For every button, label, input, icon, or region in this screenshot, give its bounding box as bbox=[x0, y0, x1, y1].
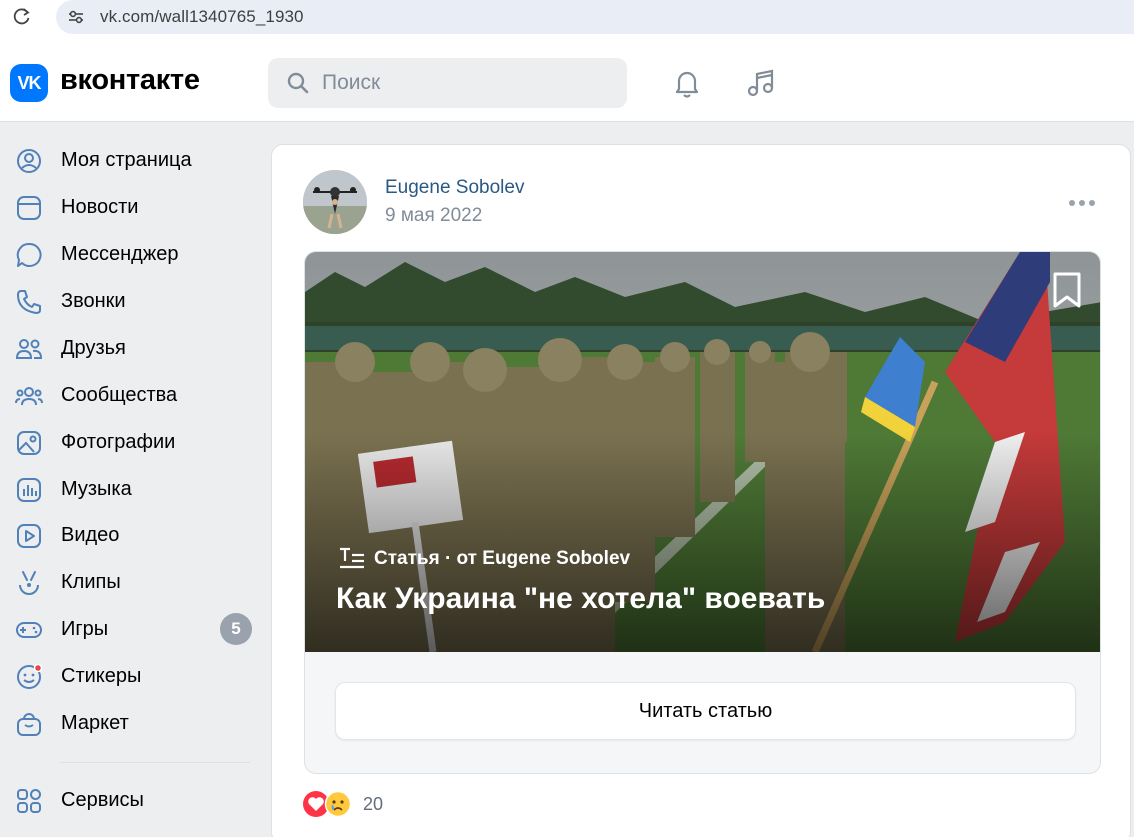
communities-icon bbox=[15, 387, 43, 406]
sidebar-item-communities[interactable]: Сообщества bbox=[0, 373, 268, 417]
sidebar-item-stickers[interactable]: Стикеры bbox=[0, 654, 268, 698]
sidebar-item-music[interactable]: Музыка bbox=[0, 467, 268, 511]
music-note-icon[interactable] bbox=[744, 66, 778, 100]
article-meta: Статья · от Eugene Sobolev bbox=[374, 548, 631, 569]
sidebar-item-label: Звонки bbox=[61, 290, 126, 312]
music-icon bbox=[17, 478, 41, 502]
url-text[interactable]: vk.com/wall1340765_1930 bbox=[100, 7, 304, 27]
article-title[interactable]: Как Украина "не хотела" воевать bbox=[336, 582, 825, 616]
site-settings-icon[interactable] bbox=[66, 7, 86, 27]
games-count-badge: 5 bbox=[220, 613, 252, 645]
vk-header: VK вконтакте bbox=[0, 44, 1134, 122]
sidebar-item-services[interactable]: Сервисы bbox=[0, 778, 268, 822]
wall-post: Eugene Sobolev 9 мая 2022 Статья · от Eu… bbox=[271, 144, 1131, 837]
author-avatar[interactable] bbox=[303, 170, 367, 234]
sidebar-item-friends[interactable]: Друзья bbox=[0, 326, 268, 370]
vk-logo-icon[interactable]: VK bbox=[10, 64, 48, 102]
address-bar[interactable]: vk.com/wall1340765_1930 bbox=[56, 0, 1134, 34]
vk-logo-text: VK bbox=[17, 73, 41, 93]
sidebar-item-label: Мессенджер bbox=[61, 243, 179, 265]
sidebar-item-label: Новости bbox=[61, 196, 139, 218]
news-icon bbox=[17, 196, 41, 220]
sidebar-item-label: Игры bbox=[61, 618, 109, 640]
sidebar-item-market[interactable]: Маркет bbox=[0, 701, 268, 745]
sidebar-item-label: Друзья bbox=[61, 337, 126, 359]
reload-icon[interactable] bbox=[12, 6, 32, 26]
sidebar-item-label: Сообщества bbox=[61, 384, 178, 406]
friends-icon bbox=[15, 339, 43, 359]
clips-icon bbox=[19, 571, 39, 595]
photos-icon bbox=[17, 431, 41, 455]
messenger-icon bbox=[16, 242, 42, 267]
read-article-button[interactable]: Читать статью bbox=[335, 682, 1076, 740]
avatar-image bbox=[303, 170, 367, 234]
video-icon bbox=[17, 524, 41, 548]
more-options-icon[interactable] bbox=[1067, 197, 1097, 209]
stickers-icon bbox=[17, 663, 43, 689]
reactions-count: 20 bbox=[363, 794, 384, 814]
browser-bar: vk.com/wall1340765_1930 bbox=[0, 0, 1134, 44]
sidebar-item-calls[interactable]: Звонки bbox=[0, 279, 268, 323]
sidebar-item-my-page[interactable]: Моя страница bbox=[0, 138, 268, 182]
sidebar-item-label: Моя страница bbox=[61, 149, 192, 171]
phone-icon bbox=[17, 290, 41, 314]
crying-reaction-icon bbox=[324, 790, 352, 818]
sidebar-item-news[interactable]: Новости bbox=[0, 185, 268, 229]
sidebar-item-label: Клипы bbox=[61, 571, 121, 593]
sidebar-item-clips[interactable]: Клипы bbox=[0, 560, 268, 604]
sidebar-item-label: Стикеры bbox=[61, 665, 142, 687]
sidebar-item-messenger[interactable]: Мессенджер bbox=[0, 232, 268, 276]
sidebar-item-photos[interactable]: Фотографии bbox=[0, 420, 268, 464]
sidebar-item-label: Видео bbox=[61, 524, 120, 546]
search-box[interactable] bbox=[268, 58, 627, 108]
sidebar-item-video[interactable]: Видео bbox=[0, 513, 268, 557]
games-icon bbox=[16, 622, 42, 638]
services-icon bbox=[17, 789, 41, 813]
post-author-name[interactable]: Eugene Sobolev bbox=[385, 177, 524, 199]
sidebar-item-label: Фотографии bbox=[61, 431, 176, 453]
post-date[interactable]: 9 мая 2022 bbox=[385, 205, 482, 227]
sidebar-item-games[interactable]: Игры 5 bbox=[0, 607, 268, 651]
article-card[interactable]: Статья · от Eugene Sobolev Как Украина "… bbox=[304, 251, 1101, 774]
article-icon bbox=[340, 547, 364, 569]
brand-name[interactable]: вконтакте bbox=[60, 64, 200, 97]
sidebar-item-label: Сервисы bbox=[61, 789, 144, 811]
sidebar-item-label: Маркет bbox=[61, 712, 129, 734]
sidebar-item-label: Музыка bbox=[61, 478, 132, 500]
sidebar-divider bbox=[60, 762, 250, 763]
profile-icon bbox=[17, 149, 41, 173]
search-icon bbox=[287, 72, 309, 94]
bell-icon[interactable] bbox=[670, 66, 704, 100]
market-icon bbox=[17, 713, 41, 736]
search-input[interactable] bbox=[322, 68, 612, 98]
bookmark-icon[interactable] bbox=[1049, 270, 1085, 310]
